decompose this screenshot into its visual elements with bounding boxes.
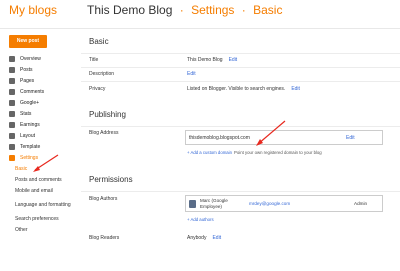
divider (81, 53, 400, 54)
add-custom-domain-link[interactable]: + Add a custom domain (187, 150, 232, 155)
sidebar-item-label: Comments (20, 88, 45, 95)
sidebar-item-label: Settings (20, 155, 39, 162)
new-post-button[interactable]: New post (9, 35, 47, 48)
author-row: Marc (Google Employee) mrdey@google.com … (185, 195, 383, 212)
sidebar-item-comments[interactable]: Comments (9, 86, 81, 97)
description-label: Description (89, 71, 115, 77)
breadcrumb-blog-name[interactable]: This Demo Blog (87, 3, 172, 17)
sidebar-item-label: Layout (20, 133, 36, 140)
sidebar-item-label: Earnings (20, 122, 40, 129)
privacy-value: Listed on Blogger. Visible to search eng… (187, 86, 286, 92)
breadcrumb: This Demo Blog · Settings · Basic (87, 3, 282, 17)
pages-icon (9, 77, 15, 84)
divider (81, 191, 400, 192)
sidebar: Overview Posts Pages Comments Google+ St… (9, 53, 81, 235)
description-edit-link[interactable]: Edit (187, 71, 196, 77)
sidebar-item-label: Stats (20, 111, 32, 118)
sidebar-item-stats[interactable]: Stats (9, 108, 81, 119)
blog-address-value: thisdemoblog.blogspot.com (189, 135, 250, 141)
sidebar-item-template[interactable]: Template (9, 142, 81, 153)
sidebar-sub-posts-and-comments[interactable]: Posts and comments (9, 175, 81, 186)
sidebar-item-label: Pages (20, 77, 35, 84)
title-label: Title (89, 57, 99, 63)
sidebar-item-settings[interactable]: Settings (9, 153, 81, 164)
add-custom-domain-hint: Point your own registered domain to your… (234, 150, 322, 155)
sidebar-item-label: Template (20, 144, 41, 151)
blog-address-edit-link[interactable]: Edit (346, 135, 355, 141)
layout-icon (9, 133, 15, 140)
privacy-label: Privacy (89, 86, 106, 92)
blog-readers-label: Blog Readers (89, 235, 120, 241)
author-name: Marc (Google Employee) (200, 198, 228, 209)
sidebar-item-earnings[interactable]: Earnings (9, 120, 81, 131)
posts-icon (9, 66, 15, 73)
privacy-edit-link[interactable]: Edit (291, 86, 300, 92)
comments-icon (9, 88, 15, 95)
sidebar-sub-basic[interactable]: Basic (9, 164, 81, 175)
sidebar-item-overview[interactable]: Overview (9, 53, 81, 64)
title-edit-link[interactable]: Edit (229, 57, 238, 63)
sidebar-item-google-plus[interactable]: Google+ (9, 97, 81, 108)
wrench-icon (9, 155, 15, 162)
blog-address-box: thisdemoblog.blogspot.com Edit (185, 130, 383, 145)
sidebar-item-posts[interactable]: Posts (9, 64, 81, 75)
divider (81, 81, 400, 82)
avatar (189, 200, 196, 208)
breadcrumb-separator: · (179, 3, 184, 17)
sidebar-sub-other[interactable]: Other (9, 224, 81, 235)
add-authors-link[interactable]: + Add authors (187, 217, 214, 222)
blog-address-label: Blog Address (89, 130, 119, 136)
top-bar: My blogs This Demo Blog · Settings · Bas… (0, 0, 400, 29)
sidebar-sub-language-and-formatting[interactable]: Language and formatting (9, 196, 81, 213)
title-value: This Demo Blog (187, 57, 223, 63)
blog-readers-value: Anybody (187, 235, 207, 241)
sidebar-item-label: Google+ (20, 99, 40, 106)
sidebar-sub-mobile-and-email[interactable]: Mobile and email (9, 186, 81, 197)
google-plus-icon (9, 99, 15, 106)
section-title-permissions: Permissions (89, 175, 133, 184)
sidebar-item-label: Overview (20, 55, 41, 62)
blog-readers-edit-link[interactable]: Edit (212, 235, 221, 241)
section-title-publishing: Publishing (89, 110, 126, 119)
author-email-link[interactable]: mrdey@google.com (249, 201, 290, 206)
sidebar-item-layout[interactable]: Layout (9, 131, 81, 142)
sidebar-item-label: Posts (20, 66, 33, 73)
home-icon (9, 55, 15, 62)
section-title-basic: Basic (89, 37, 109, 46)
earnings-icon (9, 122, 15, 129)
breadcrumb-settings[interactable]: Settings (191, 3, 234, 17)
breadcrumb-separator: · (241, 3, 246, 17)
settings-content: Basic Title This Demo Blog Edit Descripti… (81, 29, 400, 271)
sidebar-item-pages[interactable]: Pages (9, 75, 81, 86)
my-blogs-link[interactable]: My blogs (9, 3, 57, 17)
blog-authors-label: Blog Authors (89, 196, 118, 202)
breadcrumb-basic[interactable]: Basic (253, 3, 282, 17)
sidebar-sub-search-preferences[interactable]: Search preferences (9, 213, 81, 224)
template-icon (9, 144, 15, 151)
divider (81, 67, 400, 68)
stats-icon (9, 111, 15, 118)
divider (81, 126, 400, 127)
author-role[interactable]: Admin (354, 201, 367, 206)
